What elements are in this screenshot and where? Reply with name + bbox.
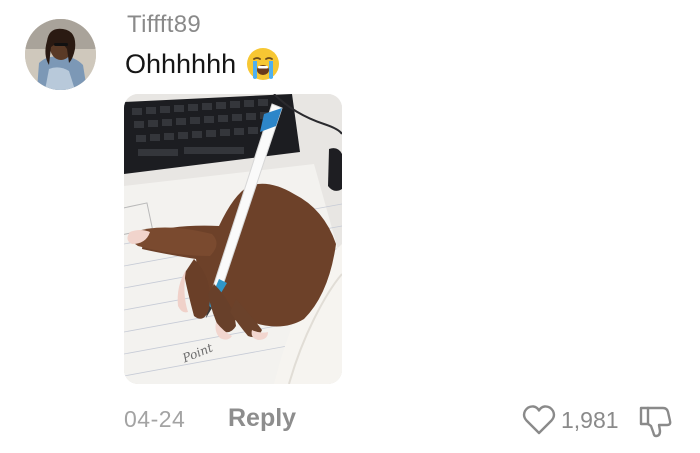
- comment-text-row: Ohhhhhh: [125, 47, 280, 81]
- comment-item: Tiffft89 Ohhhhhh Point 04-24 Reply 1,981: [0, 0, 700, 453]
- avatar-image: [25, 19, 96, 90]
- loudly-crying-face-icon: [246, 47, 280, 81]
- heart-outline-icon: [522, 405, 556, 435]
- username[interactable]: Tiffft89: [127, 11, 201, 39]
- like-count: 1,981: [561, 406, 619, 433]
- reply-button[interactable]: Reply: [228, 404, 296, 433]
- comment-actions: 04-24 Reply 1,981: [0, 400, 700, 440]
- avatar[interactable]: [25, 19, 96, 90]
- comment-photo[interactable]: Point: [124, 94, 342, 384]
- photo-image: [124, 94, 342, 384]
- comment-date: 04-24: [124, 406, 186, 432]
- like-button[interactable]: 1,981: [522, 403, 619, 437]
- thumbs-down-outline-icon: [639, 406, 672, 438]
- dislike-button[interactable]: [638, 404, 672, 438]
- comment-text: Ohhhhhh: [125, 48, 237, 79]
